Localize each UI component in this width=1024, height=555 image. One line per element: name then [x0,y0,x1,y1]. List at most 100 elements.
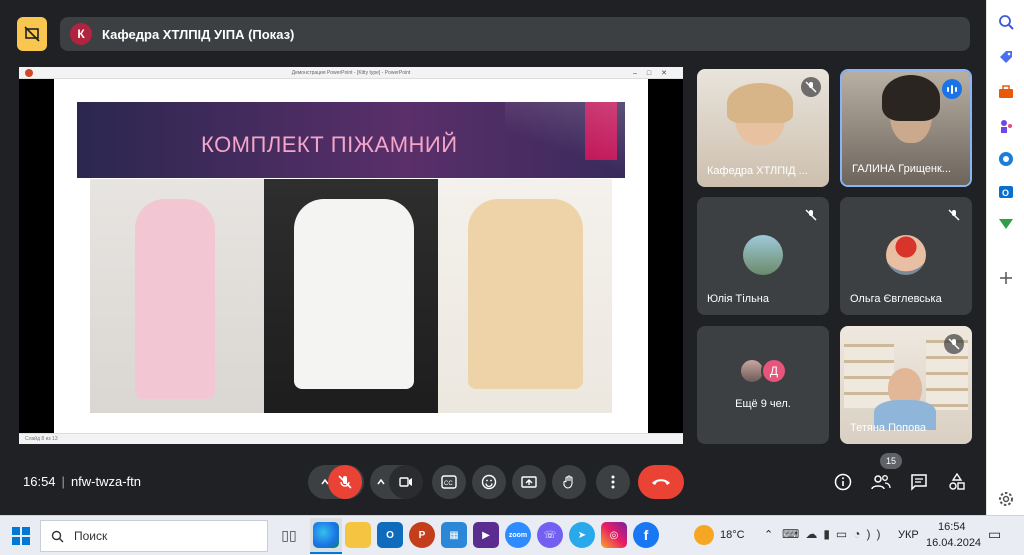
search-icon [51,530,64,542]
participant-name: Ольга Євглевська [850,293,942,305]
presentation-off-icon [24,26,40,42]
powerpoint-window-title: Демонстрация PowerPoint - [Kitty type] -… [291,70,411,76]
chat-button[interactable] [905,468,933,496]
participant-name: ГАЛИНА Грищенк... [852,163,951,175]
file-explorer-icon[interactable] [345,522,371,548]
meeting-clock: 16:54 [23,474,56,489]
maximize-icon: □ [646,70,662,77]
camera-icon [399,477,412,487]
meet-window: К Кафедра ХТЛПІД УІПА (Показ) Демонстрац… [0,0,986,515]
separator: | [61,474,65,489]
outlook-icon[interactable]: O [996,182,1016,202]
outlook-taskbar-icon[interactable]: O [377,522,403,548]
send-icon[interactable] [996,214,1016,234]
weather-temperature[interactable]: 18°C [720,529,745,541]
facebook-icon[interactable]: f [633,522,659,548]
chat-icon [911,474,927,491]
search-label: Поиск [74,529,108,543]
people-button[interactable] [867,468,895,496]
microphone-toggle-button[interactable] [328,465,362,499]
participant-tile[interactable]: Юлія Тільна [697,197,829,315]
participant-name: Юлія Тільна [707,293,769,305]
meeting-title: Кафедра ХТЛПІД УІПА (Показ) [102,26,295,42]
windows-taskbar: Поиск ▯▯ O P ▦ ▶ zoom ☏ ➤ ◎ f 18°C ⌃ ⌨☁▮… [0,515,1024,555]
people-chess-icon[interactable] [996,116,1016,136]
captions-icon: CC [441,475,457,489]
participant-tile[interactable]: Кафедра ХТЛПІД ... [697,69,829,187]
info-icon [834,473,852,491]
mic-off-icon [944,205,964,225]
hand-icon [563,475,573,489]
phone-hangup-icon [652,479,670,485]
mic-off-icon [944,334,964,354]
participants-count-badge: 15 [880,453,902,469]
taskbar-date[interactable]: 16.04.2024 [926,537,981,549]
system-tray-icons[interactable]: ⌨☁▮▭◔)) [782,527,887,541]
speaking-indicator-icon [942,79,962,99]
close-icon: ✕ [661,70,677,77]
slide-photo-white-pajamas [264,179,438,413]
presenting-toggle-button[interactable] [17,17,47,51]
slide-title: КОМПЛЕКТ ПІЖАМНИЙ [201,132,458,157]
meeting-title-bar: К Кафедра ХТЛПІД УІПА (Показ) [60,17,970,51]
keyboard-language[interactable]: УКР [898,529,919,541]
slide-photo-beige-pajamas [438,179,612,413]
meeting-time-and-code: 16:54 | nfw-twza-ftn [23,474,141,489]
settings-gear-icon[interactable] [996,489,1016,509]
tray-chevron-up-icon[interactable]: ⌃ [764,528,773,541]
powerpoint-logo-icon [25,69,33,77]
taskbar-clock[interactable]: 16:54 [938,521,966,533]
edge-browser-icon[interactable] [313,522,339,548]
mic-off-icon [338,475,352,489]
weather-icon[interactable] [694,525,714,545]
activities-button[interactable] [943,468,971,496]
svg-text:CC: CC [444,481,453,487]
more-options-button[interactable] [596,465,630,499]
presenter-avatar: К [70,23,92,45]
slide-area: КОМПЛЕКТ ПІЖАМНИЙ [19,79,683,433]
participant-tile[interactable]: Ольга Євглевська [840,197,972,315]
present-icon [521,476,537,488]
meeting-code: nfw-twza-ftn [70,474,142,489]
browser-sidebar: O [986,0,1024,515]
windows-start-icon[interactable] [12,527,30,545]
activities-icon [949,473,965,490]
meeting-info-button[interactable] [829,468,857,496]
media-player-icon[interactable]: ▶ [473,522,499,548]
viber-icon[interactable]: ☏ [537,522,563,548]
taskbar-search-box[interactable]: Поиск [40,520,268,552]
participant-name: Тетяна Попова [850,422,927,434]
screen: К Кафедра ХТЛПІД УІПА (Показ) Демонстрац… [0,0,1024,555]
add-icon[interactable] [996,268,1016,288]
mic-off-icon [801,205,821,225]
task-view-icon[interactable]: ▯▯ [276,522,302,548]
copilot-icon[interactable] [996,149,1016,169]
participant-name: Кафедра ХТЛПІД ... [707,165,808,177]
slide: КОМПЛЕКТ ПІЖАМНИЙ [54,79,648,433]
powerpoint-title-bar: Демонстрация PowerPoint - [Kitty type] -… [19,67,683,79]
end-call-button[interactable] [638,465,684,499]
participant-tile-speaking[interactable]: ГАЛИНА Грищенк... [840,69,972,187]
zoom-icon[interactable]: zoom [505,522,531,548]
reactions-button[interactable] [472,465,506,499]
captions-button[interactable]: CC [432,465,466,499]
participant-tile[interactable]: Тетяна Попова [840,326,972,444]
notifications-icon[interactable]: ▭ [988,526,1001,543]
powerpoint-status-bar: Слайд 8 из 13 [19,433,683,444]
powerpoint-taskbar-icon[interactable]: P [409,522,435,548]
toolbox-icon[interactable] [996,82,1016,102]
store-icon[interactable]: ▦ [441,522,467,548]
telegram-icon[interactable]: ➤ [569,522,595,548]
mic-off-icon [801,77,821,97]
instagram-icon[interactable]: ◎ [601,522,627,548]
more-participants-tile[interactable]: Д Ещё 9 чел. [697,326,829,444]
emoji-icon [481,474,497,490]
tag-icon[interactable] [996,47,1016,67]
camera-toggle-button[interactable] [389,465,423,499]
minimize-icon: – [632,70,647,77]
present-screen-button[interactable] [512,465,546,499]
raise-hand-button[interactable] [552,465,586,499]
presentation-window: Демонстрация PowerPoint - [Kitty type] -… [19,67,683,444]
participant-avatar [886,235,926,275]
search-icon[interactable] [996,12,1016,32]
